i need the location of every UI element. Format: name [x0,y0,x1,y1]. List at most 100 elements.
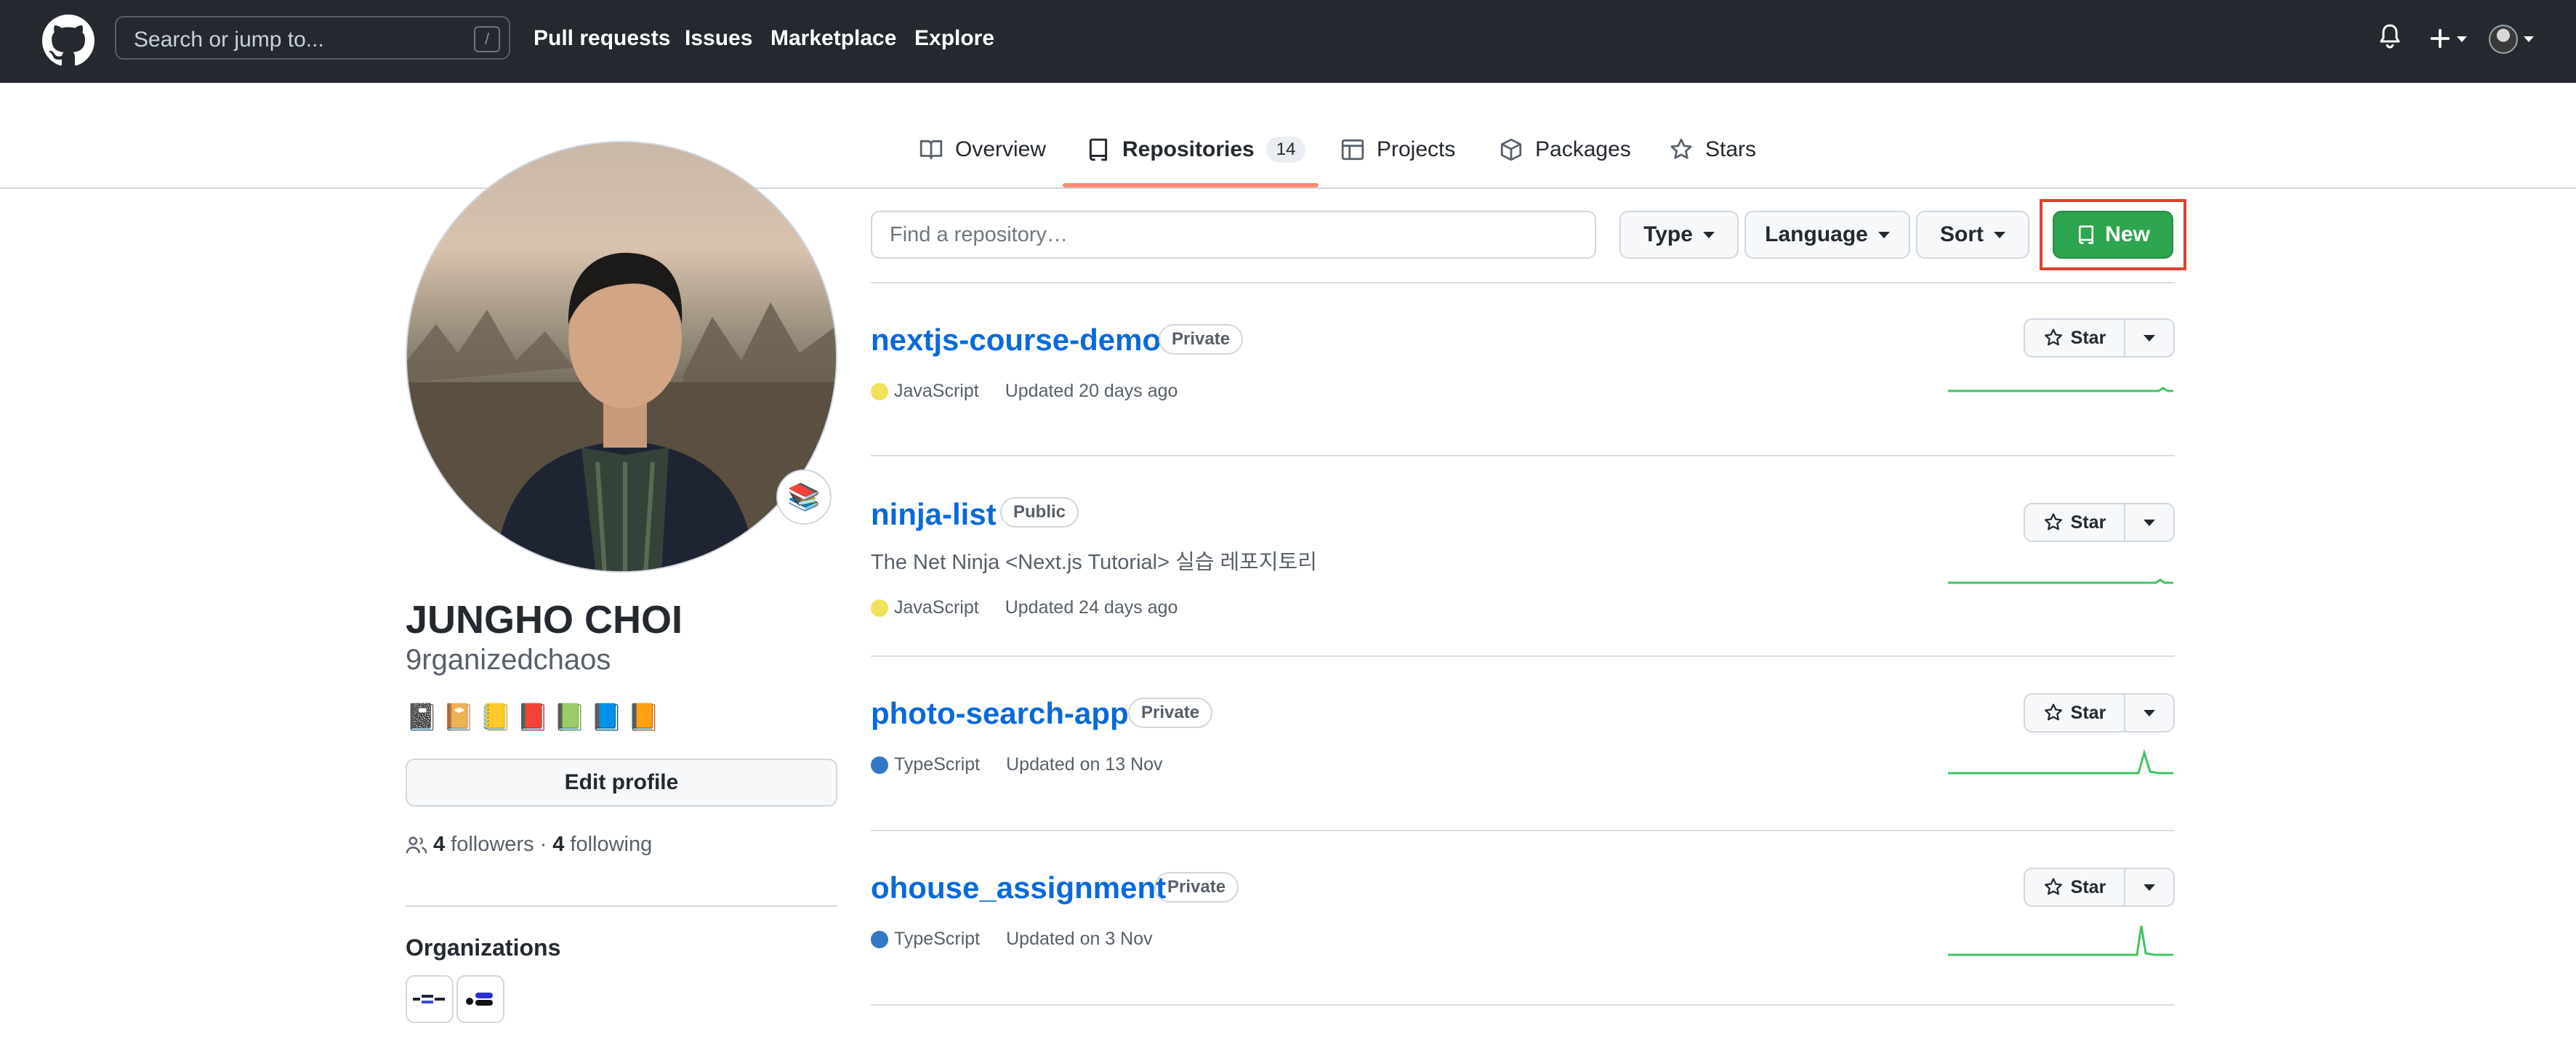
tab-stars[interactable]: Stars [1669,135,1756,164]
star-icon [1670,138,1692,159]
book-icon [919,140,943,160]
org-logo-1 [413,995,445,1003]
repo-meta: JavaScript Updated 24 days ago [871,597,1178,618]
repo-description: The Net Ninja <Next.js Tutorial> 실습 레포지토… [871,551,1317,574]
star-button[interactable]: Star [2024,693,2125,732]
bell-icon[interactable] [2378,23,2402,52]
organizations-heading: Organizations [406,934,561,961]
profile-avatar[interactable] [406,141,837,573]
follow-separator: · [539,833,547,856]
repo-language: TypeScript [894,929,981,949]
nav-marketplace[interactable]: Marketplace [770,26,896,51]
plus-icon[interactable] [2429,28,2451,49]
tab-repositories-label: Repositories [1122,137,1255,161]
chevron-down-icon [2144,709,2155,716]
profile-full-name: JUNGHO CHOI [406,598,683,642]
new-button-highlight-box [2040,199,2186,270]
following-link[interactable]: following [570,833,652,857]
chevron-down-icon [2144,884,2155,891]
organization-avatar-2[interactable] [456,975,504,1023]
repo-updated: Updated on 3 Nov [1006,929,1153,949]
follow-stats: 4 followers · 4 following [406,833,652,857]
repo-language: JavaScript [894,381,979,401]
repo-link-photo-search-app[interactable]: photo-search-app [871,696,1129,731]
find-repository-input[interactable] [871,211,1596,259]
tabs-divider [0,187,2576,189]
star-label: Star [2070,876,2106,897]
repo-link-ninja-list[interactable]: ninja-list [871,497,997,532]
tab-overview[interactable]: Overview [919,135,1046,164]
language-color-dot [871,930,888,948]
type-filter-button[interactable]: Type [1619,211,1739,259]
visibility-badge: Private [1154,872,1239,902]
followers-count[interactable]: 4 [433,833,445,857]
language-caret-icon [1877,231,1890,238]
language-filter-button[interactable]: Language [1744,211,1910,259]
visibility-badge: Public [1000,497,1079,528]
search-placeholder: Search or jump to... [134,28,324,52]
profile-divider [406,905,837,907]
star-lists-dropdown[interactable] [2125,868,2175,907]
nav-explore[interactable]: Explore [914,26,994,51]
organization-avatar-1[interactable] [406,975,454,1023]
star-label: Star [2070,702,2106,723]
tab-projects-label: Projects [1377,137,1456,161]
activity-sparkline [1948,925,2173,956]
star-button[interactable]: Star [2024,868,2125,907]
star-icon [2044,703,2062,721]
create-menu-caret-icon[interactable] [2457,36,2467,42]
type-filter-label: Type [1643,222,1693,246]
star-icon [2044,513,2062,530]
tab-packages-label: Packages [1535,137,1631,161]
star-button[interactable]: Star [2024,503,2125,542]
user-avatar-menu[interactable] [2489,25,2518,54]
tab-projects[interactable]: Projects [1340,135,1455,164]
chevron-down-icon [2144,334,2155,342]
star-lists-dropdown[interactable] [2125,318,2175,358]
nav-issues[interactable]: Issues [685,26,752,51]
star-button-group: Star [2024,693,2175,732]
visibility-badge: Private [1128,698,1213,728]
edit-profile-button[interactable]: Edit profile [406,759,837,807]
global-search-input[interactable]: Search or jump to... / [115,16,510,60]
repo-list-divider [871,282,2175,283]
tab-repositories[interactable]: Repositories 14 [1086,135,1306,164]
followers-link[interactable]: followers [451,833,534,857]
following-count[interactable]: 4 [552,833,564,857]
star-icon [2044,878,2062,895]
repo-language: TypeScript [894,754,981,775]
org-logo-2 [466,993,493,1006]
global-header: Search or jump to... / Pull requests Iss… [0,0,2576,83]
people-icon [406,836,427,853]
star-lists-dropdown[interactable] [2125,503,2175,542]
nav-pull-requests[interactable]: Pull requests [534,26,670,51]
search-shortcut-hint: / [474,26,500,52]
star-button-group: Star [2024,868,2175,907]
profile-bio: 📓📔📒📕📗📘📙 [406,702,664,732]
star-lists-dropdown[interactable] [2125,693,2175,732]
activity-sparkline [1948,387,2173,392]
visibility-badge: Private [1159,324,1244,355]
language-color-dot [871,382,888,400]
type-caret-icon [1702,231,1715,238]
user-menu-caret-icon[interactable] [2524,36,2534,42]
star-icon [2044,328,2062,346]
repo-list-divider [871,1004,2175,1006]
activity-sparkline [1948,748,2173,775]
github-logo-icon[interactable] [42,15,94,67]
repo-meta: TypeScript Updated on 13 Nov [871,754,1163,775]
status-emoji-button[interactable]: 📚 [776,469,832,525]
repo-link-ohouse-assignment[interactable]: ohouse_assignment [871,871,1166,905]
repo-meta: JavaScript Updated 20 days ago [871,381,1178,402]
tab-packages[interactable]: Packages [1499,135,1631,164]
sort-caret-icon [1994,231,2005,238]
language-color-dot [871,756,888,774]
repo-updated: Updated 24 days ago [1005,597,1178,618]
sort-filter-button[interactable]: Sort [1916,211,2029,259]
star-button[interactable]: Star [2024,318,2125,358]
star-button-group: Star [2024,503,2175,542]
star-label: Star [2070,327,2106,348]
repo-link-nextjs-course-demo[interactable]: nextjs-course-demo [871,323,1161,358]
star-label: Star [2070,512,2106,533]
chevron-down-icon [2144,519,2155,526]
